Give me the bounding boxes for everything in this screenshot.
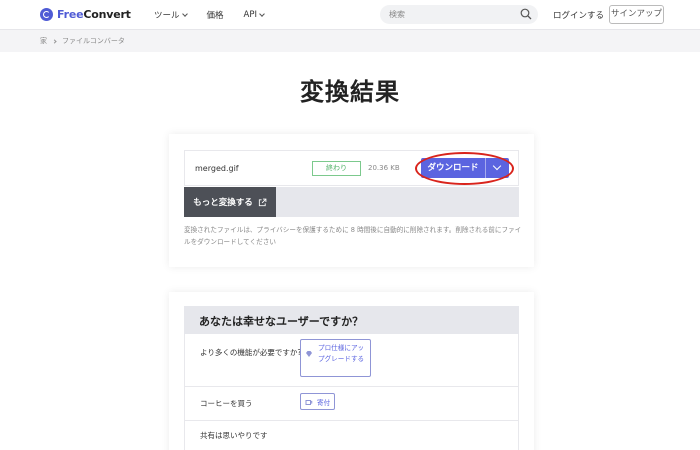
file-size: 20.36 KB xyxy=(368,164,400,172)
diamond-icon xyxy=(306,351,312,357)
convert-more-button[interactable]: もっと変換する xyxy=(184,187,276,217)
search-placeholder: 検索 xyxy=(389,10,405,19)
chevron-down-icon xyxy=(181,11,188,17)
deletion-notice: 変換されたファイルは、プライバシーを保護するために 8 時間後に自動的に削除され… xyxy=(184,226,522,246)
search-icon[interactable] xyxy=(520,8,532,20)
share-text: 共有は思いやりです xyxy=(200,431,268,440)
file-name: merged.gif xyxy=(195,164,239,173)
convert-more-label: もっと変換する xyxy=(193,198,253,208)
nav-pricing[interactable]: 価格 xyxy=(207,9,224,21)
breadcrumb-current[interactable]: ファイルコンバータ xyxy=(62,36,125,46)
main-nav: ツール 価格 API xyxy=(154,9,265,21)
logo[interactable]: FreeConvert xyxy=(40,8,131,21)
breadcrumb: 家 ファイルコンバータ xyxy=(40,36,125,46)
nav-tools[interactable]: ツール xyxy=(154,9,188,21)
upgrade-label: プロ仕様にアップグレードする xyxy=(318,344,365,363)
brand-prefix: Free xyxy=(57,8,84,21)
search-input[interactable]: 検索 xyxy=(380,5,538,24)
status-badge: 終わり xyxy=(312,161,361,176)
breadcrumb-home[interactable]: 家 xyxy=(40,36,47,46)
nav-api-label: API xyxy=(243,10,257,20)
page-title: 変換結果 xyxy=(300,78,400,106)
donate-label: 寄付 xyxy=(317,399,331,407)
highlight-ring xyxy=(415,152,514,185)
upgrade-button[interactable]: プロ仕様にアップグレードする xyxy=(300,339,371,377)
chevron-right-icon xyxy=(52,38,57,44)
feedback-card: あなたは幸せなユーザーですか？ より多くの機能が必要ですか? プロ仕様にアップグ… xyxy=(169,292,534,450)
coffee-cup-icon xyxy=(305,400,313,405)
nav-tools-label: ツール xyxy=(154,11,180,21)
feature-question: より多くの機能が必要ですか? xyxy=(200,348,302,357)
convert-more-bar: もっと変換する xyxy=(184,187,519,217)
top-header: FreeConvert ツール 価格 API 検索 ログインする サインアップ xyxy=(0,0,700,30)
brand-suffix: Convert xyxy=(83,8,131,21)
chevron-down-icon xyxy=(259,11,265,17)
signup-button[interactable]: サインアップ xyxy=(609,5,664,24)
coffee-question: コーヒーを買う xyxy=(200,399,253,408)
feedback-row: コーヒーを買う 寄付 xyxy=(184,387,519,421)
feedback-title: あなたは幸せなユーザーですか？ xyxy=(199,315,364,328)
external-link-icon xyxy=(258,198,267,206)
nav-pricing-label: 価格 xyxy=(206,11,224,21)
nav-api[interactable]: API xyxy=(243,9,265,21)
feedback-row: 共有は思いやりです xyxy=(184,421,519,450)
logo-icon xyxy=(40,8,53,21)
logo-text: FreeConvert xyxy=(57,8,131,21)
result-card: merged.gif 終わり 20.36 KB ダウンロード もっと変換する 変… xyxy=(169,134,534,267)
donate-button[interactable]: 寄付 xyxy=(300,393,335,410)
file-row: merged.gif 終わり 20.36 KB ダウンロード xyxy=(184,150,519,186)
feedback-row: より多くの機能が必要ですか? プロ仕様にアップグレードする xyxy=(184,334,519,387)
feedback-header: あなたは幸せなユーザーですか？ xyxy=(184,306,519,334)
login-link[interactable]: ログインする xyxy=(553,9,604,21)
